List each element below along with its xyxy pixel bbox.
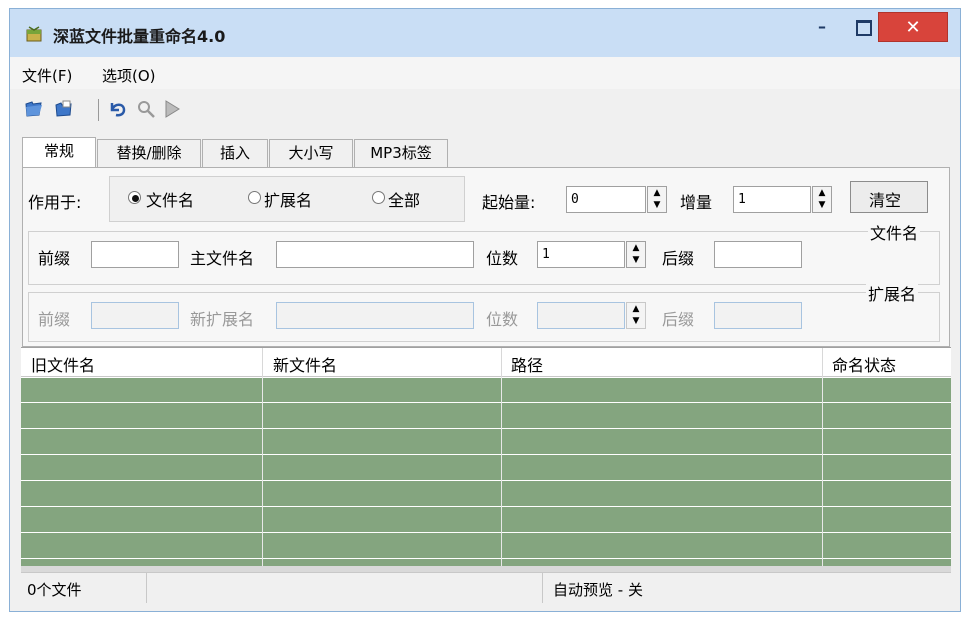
window-title: 深蓝文件批量重命名4.0 xyxy=(53,27,226,46)
row-divider xyxy=(21,480,951,481)
radio-filename-label[interactable]: 文件名 xyxy=(146,187,194,211)
start-spinner[interactable]: ▲ ▼ xyxy=(647,186,667,213)
radio-extension-label[interactable]: 扩展名 xyxy=(264,187,312,211)
status-bar: 0个文件 自动预览 - 关 xyxy=(21,572,951,603)
radio-extension[interactable] xyxy=(248,191,261,204)
undo-icon[interactable] xyxy=(108,99,128,119)
ext-prefix-input[interactable] xyxy=(91,302,179,329)
minimize-button[interactable]: – xyxy=(806,12,838,44)
col-old-filename[interactable]: 旧文件名 xyxy=(31,352,95,376)
col-line xyxy=(501,377,502,572)
close-button[interactable]: ✕ xyxy=(878,12,948,42)
row-divider xyxy=(21,428,951,429)
col-divider[interactable] xyxy=(262,348,263,378)
new-ext-input[interactable] xyxy=(276,302,474,329)
main-filename-label: 主文件名 xyxy=(190,249,255,268)
col-divider[interactable] xyxy=(501,348,502,378)
radio-filename[interactable] xyxy=(128,191,141,204)
row-divider xyxy=(21,454,951,455)
filename-suffix-label: 后缀 xyxy=(662,249,695,268)
run-icon[interactable] xyxy=(162,99,182,119)
tab-replace-delete[interactable]: 替换/删除 xyxy=(97,139,201,167)
new-ext-label: 新扩展名 xyxy=(190,310,255,329)
step-label: 增量 xyxy=(680,193,713,212)
row-divider xyxy=(21,558,951,559)
clear-button[interactable]: 清空 xyxy=(850,181,928,213)
col-divider[interactable] xyxy=(822,348,823,378)
ext-digits-input[interactable] xyxy=(537,302,625,329)
start-label: 起始量: xyxy=(482,193,536,212)
file-count-status: 0个文件 xyxy=(27,581,82,599)
main-filename-input[interactable] xyxy=(276,241,474,268)
open-folder-icon[interactable] xyxy=(54,99,74,119)
tab-mp3-tag[interactable]: MP3标签 xyxy=(354,139,448,167)
col-new-filename[interactable]: 新文件名 xyxy=(273,352,337,376)
file-list[interactable] xyxy=(21,377,951,572)
ext-suffix-input[interactable] xyxy=(714,302,802,329)
filename-prefix-input[interactable] xyxy=(91,241,179,268)
maximize-button[interactable] xyxy=(846,12,878,44)
ext-digits-label: 位数 xyxy=(486,310,519,329)
col-path[interactable]: 路径 xyxy=(511,352,543,376)
row-divider xyxy=(21,402,951,403)
start-input[interactable]: 0 xyxy=(566,186,646,213)
menu-options[interactable]: 选项(O) xyxy=(102,65,156,86)
tab-general[interactable]: 常规 xyxy=(22,137,96,168)
menu-file[interactable]: 文件(F) xyxy=(22,65,72,86)
app-icon xyxy=(26,26,42,42)
apply-to-label: 作用于: xyxy=(28,193,82,212)
row-divider xyxy=(21,506,951,507)
auto-preview-status[interactable]: 自动预览 - 关 xyxy=(553,579,643,600)
title-bar[interactable]: 深蓝文件批量重命名4.0 – ✕ xyxy=(10,9,960,57)
row-divider xyxy=(21,377,951,378)
filename-digits-input[interactable]: 1 xyxy=(537,241,625,268)
preview-search-icon[interactable] xyxy=(136,99,156,119)
col-line xyxy=(822,377,823,572)
radio-all[interactable] xyxy=(372,191,385,204)
open-file-icon[interactable] xyxy=(24,99,44,119)
ext-suffix-label: 后缀 xyxy=(662,310,695,329)
tab-case[interactable]: 大小写 xyxy=(269,139,353,167)
radio-all-label[interactable]: 全部 xyxy=(388,187,420,211)
toolbar-separator xyxy=(98,99,99,121)
filename-prefix-label: 前缀 xyxy=(38,249,71,268)
filename-suffix-input[interactable] xyxy=(714,241,802,268)
extension-group-title: 扩展名 xyxy=(866,281,919,305)
clear-button-label: 清空 xyxy=(869,191,902,210)
filename-group-title: 文件名 xyxy=(868,220,921,244)
step-input[interactable]: 1 xyxy=(733,186,811,213)
tab-insert[interactable]: 插入 xyxy=(202,139,268,167)
toolbar xyxy=(10,91,960,127)
step-spinner[interactable]: ▲ ▼ xyxy=(812,186,832,213)
filename-digits-label: 位数 xyxy=(486,249,519,268)
col-status[interactable]: 命名状态 xyxy=(832,352,896,376)
maximize-icon xyxy=(856,20,872,36)
status-cell xyxy=(147,573,543,603)
main-window: 深蓝文件批量重命名4.0 – ✕ 文件(F) 选项(O) 常规 替换/删除 插入… xyxy=(9,8,961,612)
row-divider xyxy=(21,532,951,533)
col-line xyxy=(262,377,263,572)
ext-prefix-label: 前缀 xyxy=(38,310,71,329)
filename-digits-spinner[interactable]: ▲ ▼ xyxy=(626,241,646,268)
menu-bar: 文件(F) 选项(O) xyxy=(10,57,960,89)
ext-digits-spinner[interactable]: ▲ ▼ xyxy=(626,302,646,329)
file-list-header: 旧文件名 新文件名 路径 命名状态 xyxy=(21,347,951,378)
